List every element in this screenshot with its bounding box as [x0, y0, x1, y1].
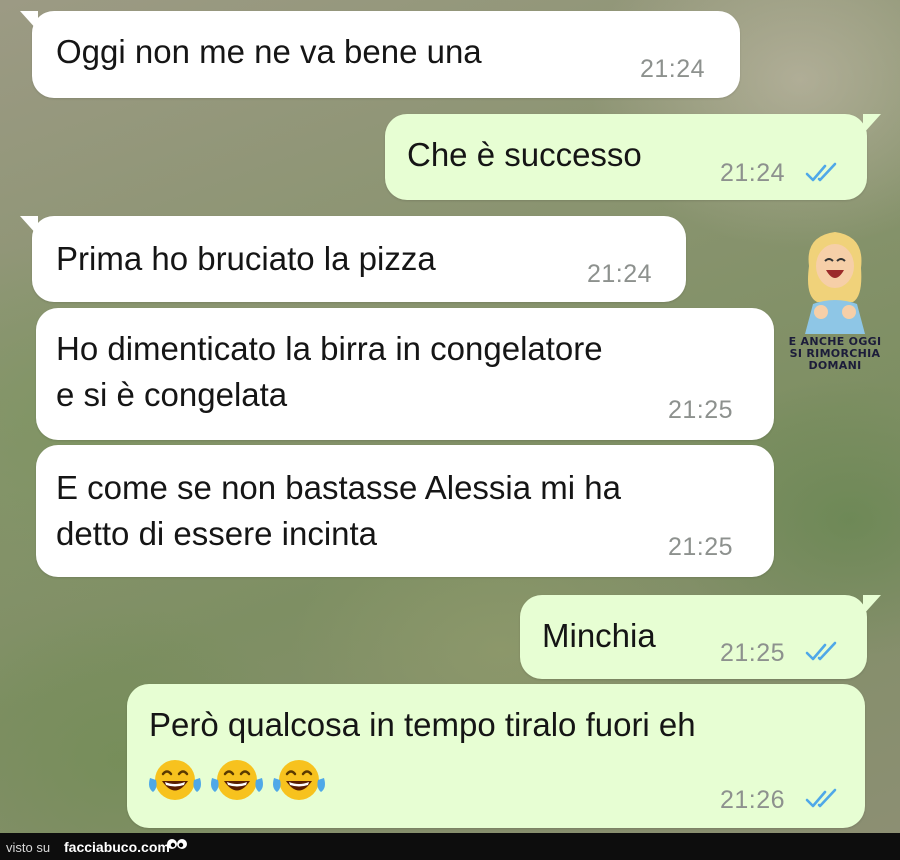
laughing-woman-icon [805, 232, 865, 334]
site-link[interactable]: facciabuco.com [64, 839, 170, 855]
message-time: 21:24 [720, 159, 786, 187]
message-text: Oggi non me ne va bene una [56, 33, 482, 70]
read-receipt-icon [805, 162, 837, 182]
footer-prefix: visto su [6, 840, 51, 855]
message-text: Che è successo [407, 136, 642, 173]
message-bubble-incoming[interactable]: Oggi non me ne va bene una 21:24 [20, 11, 740, 98]
message-bubble-incoming[interactable]: E come se non bastasse Alessia mi ha det… [36, 445, 774, 577]
tears-of-joy-emoji-icon [149, 760, 201, 800]
message-time: 21:24 [587, 260, 653, 288]
message-text: Ho dimenticato la birra in congelatore e… [56, 330, 603, 413]
message-text: Minchia [542, 617, 656, 654]
footer-bar: visto su facciabuco.com [0, 833, 900, 860]
eyes-logo-icon [167, 839, 187, 849]
message-bubble-outgoing[interactable]: Però qualcosa in tempo tiralo fuori eh 2… [127, 684, 865, 828]
watermark-sticker: E ANCHE OGGI SI RIMORCHIA DOMANI [784, 226, 886, 376]
message-text: Prima ho bruciato la pizza [56, 240, 436, 277]
message-bubble-incoming[interactable]: Prima ho bruciato la pizza 21:24 [20, 216, 686, 302]
message-time: 21:24 [640, 55, 706, 83]
message-time: 21:25 [668, 396, 734, 424]
sticker-caption-line2: SI RIMORCHIA DOMANI [789, 347, 881, 372]
message-text: E come se non bastasse Alessia mi ha det… [56, 469, 621, 552]
read-receipt-icon [805, 641, 837, 661]
message-text: Però qualcosa in tempo tiralo fuori eh [149, 706, 696, 743]
message-bubble-outgoing[interactable]: Che è successo 21:24 [385, 114, 881, 200]
message-time: 21:26 [720, 786, 786, 814]
emoji-row [147, 756, 327, 804]
message-bubble-incoming[interactable]: Ho dimenticato la birra in congelatore e… [36, 308, 774, 440]
chat-area: Oggi non me ne va bene una 21:24 Che è s… [0, 0, 900, 860]
message-time: 21:25 [668, 533, 734, 561]
tears-of-joy-emoji-icon [273, 760, 325, 800]
message-bubble-outgoing[interactable]: Minchia 21:25 [520, 595, 881, 679]
tears-of-joy-emoji-icon [211, 760, 263, 800]
read-receipt-icon [805, 788, 837, 808]
message-time: 21:25 [720, 639, 786, 667]
